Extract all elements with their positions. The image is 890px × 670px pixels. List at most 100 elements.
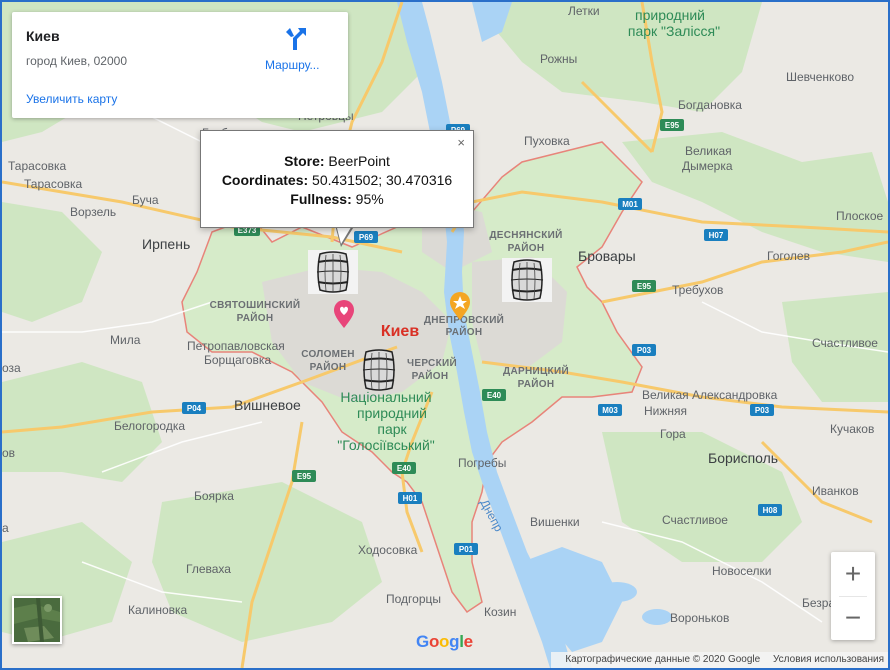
svg-text:ов: ов: [2, 446, 15, 460]
svg-text:Вишневое: Вишневое: [234, 397, 301, 413]
google-logo: Google: [416, 632, 473, 651]
svg-text:Требухов: Требухов: [672, 283, 723, 297]
svg-text:Подгорцы: Подгорцы: [386, 592, 441, 606]
satellite-thumbnail-icon: [14, 598, 60, 642]
barrel-icon: [362, 349, 396, 391]
svg-text:Великая: Великая: [685, 144, 732, 158]
district-pecherskyi-2: РАЙОН: [412, 369, 449, 382]
svg-text:Гора: Гора: [660, 427, 686, 441]
shield-e40-south: E40: [392, 462, 416, 474]
store-infowindow: × Store: BeerPoint Coordinates: 50.43150…: [200, 130, 474, 228]
svg-text:E95: E95: [297, 472, 312, 481]
shield-p04: P04: [182, 402, 206, 414]
shield-h07: H07: [704, 229, 728, 241]
svg-text:Боярка: Боярка: [194, 489, 234, 503]
barrel-icon: [308, 250, 358, 294]
svg-text:H07: H07: [709, 231, 724, 240]
district-pecherskyi: ЧЕРСКИЙ: [407, 356, 457, 369]
store-line: Store: BeerPoint: [201, 153, 473, 169]
svg-text:Кучаков: Кучаков: [830, 422, 874, 436]
district-darnytskyi: ДАРНИЦКИЙ: [503, 364, 569, 377]
shield-h01: H01: [398, 492, 422, 504]
svg-text:Бровары: Бровары: [578, 248, 636, 264]
svg-text:а: а: [2, 521, 9, 535]
svg-text:Ворзель: Ворзель: [70, 205, 116, 219]
fullness-value: 95%: [355, 191, 384, 207]
svg-text:M01: M01: [622, 200, 638, 209]
svg-text:Богдановка: Богдановка: [678, 98, 742, 112]
svg-text:H01: H01: [403, 494, 418, 503]
svg-text:E95: E95: [637, 282, 652, 291]
map-attribution: Картографические данные © 2020 Google Ус…: [551, 652, 888, 668]
svg-text:P04: P04: [187, 404, 202, 413]
park-north-line1: природний: [635, 7, 705, 23]
close-icon[interactable]: ×: [457, 135, 465, 150]
zoom-out-button[interactable]: −: [831, 596, 875, 640]
place-address: город Киев, 02000: [26, 54, 127, 68]
shield-p69: P69: [354, 231, 378, 243]
svg-text:Счастливое: Счастливое: [662, 513, 728, 527]
district-desnianskyi: ДЕСНЯНСКИЙ: [489, 228, 562, 241]
park-north-line2: парк "Залісся": [628, 23, 720, 39]
park-south-line4: "Голосіївський": [337, 437, 435, 453]
svg-text:Глеваха: Глеваха: [186, 562, 231, 576]
fullness-label: Fullness:: [290, 191, 352, 207]
svg-text:E95: E95: [665, 121, 680, 130]
enlarge-map-link[interactable]: Увеличить карту: [26, 92, 117, 106]
svg-text:Борисполь: Борисполь: [708, 450, 778, 466]
shield-p01: P01: [454, 543, 478, 555]
svg-text:Пуховка: Пуховка: [524, 134, 570, 148]
svg-text:H08: H08: [763, 506, 778, 515]
directions-label[interactable]: Маршру...: [265, 58, 319, 72]
svg-text:Вороньков: Вороньков: [670, 611, 729, 625]
zoom-in-button[interactable]: +: [831, 552, 875, 596]
shield-e95-east: E95: [632, 280, 656, 292]
svg-text:Тарасовка: Тарасовка: [24, 177, 83, 191]
shield-e95-south: E95: [292, 470, 316, 482]
svg-text:Гоголев: Гоголев: [767, 249, 810, 263]
svg-text:Великая Александровка: Великая Александровка: [642, 388, 778, 402]
district-dniprovskyi-2: РАЙОН: [446, 325, 483, 338]
coordinates-line: Coordinates: 50.431502; 30.470316: [201, 172, 473, 188]
svg-text:Борщаговка: Борщаговка: [204, 353, 271, 367]
directions-icon[interactable]: [284, 26, 308, 52]
terms-link[interactable]: Условия использования: [773, 654, 884, 665]
coordinates-label: Coordinates:: [221, 172, 309, 188]
fullness-line: Fullness: 95%: [201, 191, 473, 207]
svg-text:E40: E40: [397, 464, 412, 473]
place-title: Киев: [26, 28, 60, 44]
store-value: BeerPoint: [328, 153, 390, 169]
svg-text:Калиновка: Калиновка: [128, 603, 188, 617]
svg-text:Счастливое: Счастливое: [812, 336, 878, 350]
shield-m03: M03: [598, 404, 622, 416]
barrel-marker-2[interactable]: [502, 258, 552, 302]
svg-text:Ходосовка: Ходосовка: [358, 543, 418, 557]
shield-e95-north: E95: [660, 119, 684, 131]
district-dniprovskyi: ДНЕПРОВСКИЙ: [424, 313, 504, 326]
shield-p03-east: P03: [750, 404, 774, 416]
svg-text:Тарасовка: Тарасовка: [8, 159, 67, 173]
district-sviatoshynskyi-2: РАЙОН: [237, 311, 274, 324]
svg-text:Новоселки: Новоселки: [712, 564, 771, 578]
svg-text:P69: P69: [359, 233, 374, 242]
city-label: Киев: [381, 323, 420, 340]
svg-text:оза: оза: [2, 361, 21, 375]
shield-m01: M01: [618, 198, 642, 210]
district-sviatoshynskyi: СВЯТОШИНСКИЙ: [210, 298, 301, 311]
svg-text:Белогородка: Белогородка: [114, 419, 185, 433]
svg-text:Мила: Мила: [110, 333, 141, 347]
shield-h08: H08: [758, 504, 782, 516]
barrel-marker-3[interactable]: [354, 348, 404, 392]
svg-text:Погребы: Погребы: [458, 456, 506, 470]
map-frame: P69 E95 M01 H07 E40 M03 P03 P04 E95 E40 …: [0, 0, 890, 670]
svg-text:Летки: Летки: [568, 4, 600, 18]
svg-text:P03: P03: [637, 346, 652, 355]
svg-text:P01: P01: [459, 545, 474, 554]
barrel-marker-1[interactable]: [308, 250, 358, 294]
svg-text:P03: P03: [755, 406, 770, 415]
district-desnianskyi-2: РАЙОН: [508, 241, 545, 254]
shield-e40-east: E40: [482, 389, 506, 401]
park-south-line3: парк: [377, 421, 407, 437]
satellite-toggle-button[interactable]: [12, 596, 62, 644]
store-label: Store:: [284, 153, 325, 169]
